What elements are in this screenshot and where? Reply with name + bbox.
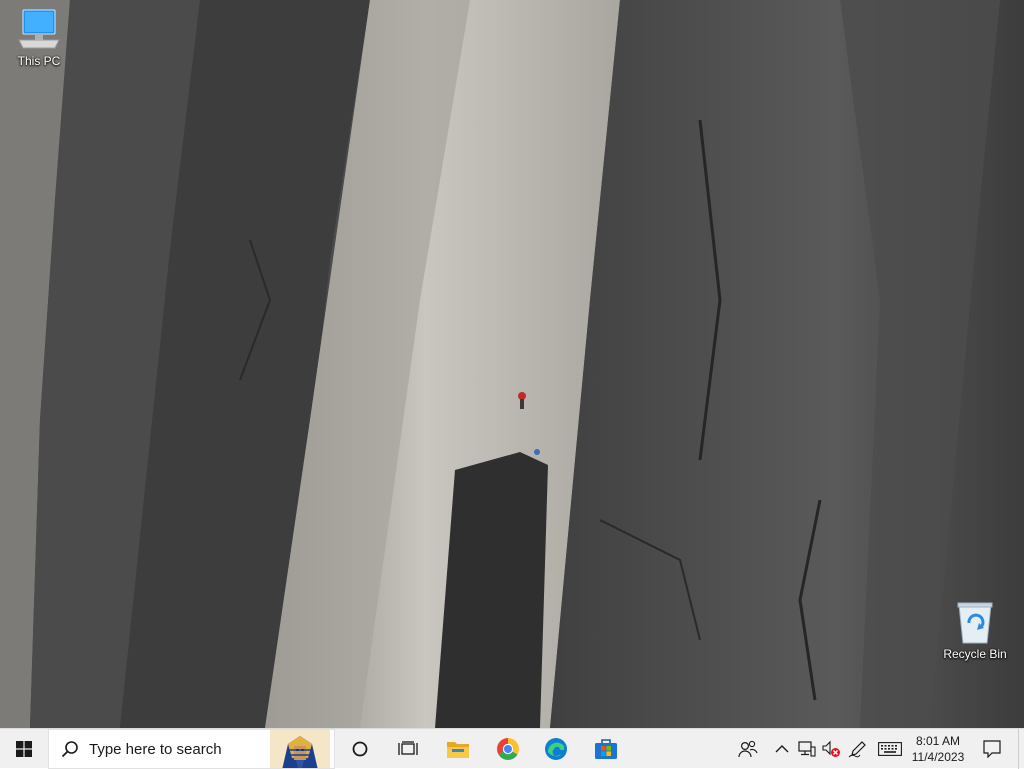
edge-button[interactable] [536,729,576,769]
action-center-button[interactable] [978,729,1006,769]
windows-logo-icon [16,741,32,757]
recycle-bin-icon [957,602,993,644]
desktop-wallpaper [0,0,1024,728]
cortana-button[interactable] [340,729,380,769]
touch-keyboard-button[interactable] [874,729,906,769]
desktop-icon-label: Recycle Bin [943,647,1007,661]
network-icon [798,741,816,757]
chrome-button[interactable] [488,729,528,769]
clock-time: 8:01 AM [915,734,961,748]
volume-muted-icon [822,740,840,757]
pen-icon [848,741,866,758]
show-desktop-button[interactable] [1018,729,1024,769]
search-icon [61,741,78,758]
edge-icon [545,738,567,760]
windows-ink-button[interactable] [846,729,870,769]
volume-button[interactable] [820,729,842,769]
clock-date: 11/4/2023 [911,750,965,764]
desktop: This PC Recycle Bin [0,0,1024,728]
desktop-icon-recycle-bin[interactable]: Recycle Bin [938,601,1012,661]
start-button[interactable] [0,729,48,769]
desktop-icon-this-pc[interactable]: This PC [2,6,76,68]
chrome-icon [497,738,519,760]
show-hidden-icons-button[interactable] [772,729,792,769]
task-view-button[interactable] [388,729,428,769]
search-box[interactable]: Type here to search [48,729,335,769]
task-view-icon [398,741,418,755]
desktop-icon-label: This PC [17,54,61,68]
network-button[interactable] [796,729,818,769]
search-highlight-image [270,730,330,768]
folder-icon [447,742,469,758]
store-button[interactable] [586,729,626,769]
clock[interactable]: 8:01 AM 11/4/2023 [906,729,970,769]
taskbar: Type here to search 8:01 AM 11/4/2023 [0,728,1024,769]
keyboard-icon [878,742,902,756]
store-icon [595,739,617,759]
cortana-circle-icon [352,741,368,757]
people-icon [738,740,758,758]
search-placeholder: Type here to search [89,740,222,758]
file-explorer-button[interactable] [438,729,478,769]
this-pc-icon [18,9,60,49]
people-button[interactable] [734,729,762,769]
notification-icon [983,740,1001,758]
chevron-up-icon [775,745,789,753]
